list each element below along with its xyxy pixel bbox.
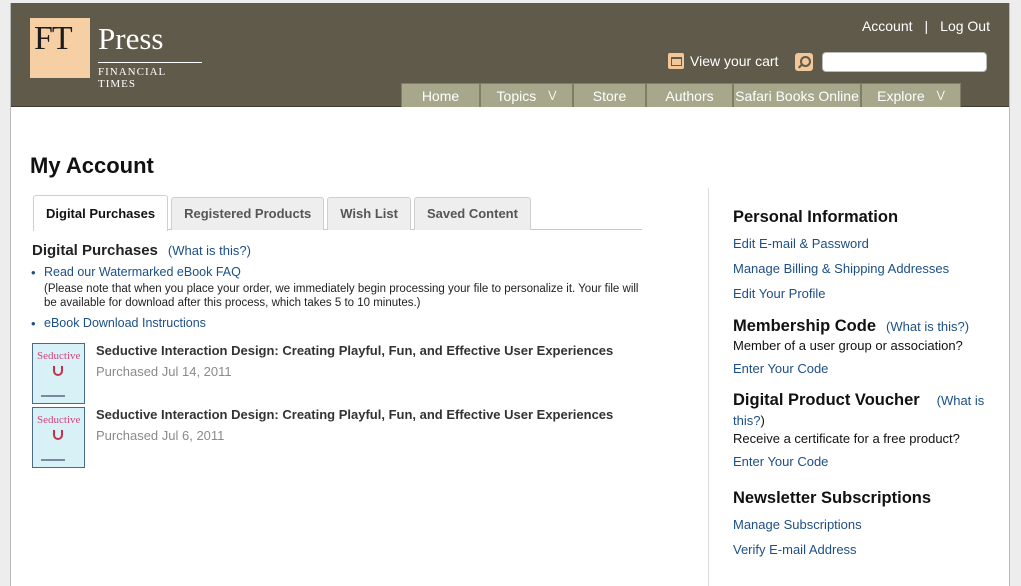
nav-explore-label: Explore — [877, 87, 925, 104]
nav-store-label: Store — [592, 87, 627, 104]
voucher-enter-code-link[interactable]: Enter Your Code — [733, 454, 828, 469]
page-title: My Account — [30, 153, 154, 178]
book-cover-image[interactable]: Seductive — [32, 343, 85, 404]
nav-topics-label: Topics — [496, 87, 537, 104]
ft-press-logo[interactable]: FT Press FINANCIAL TIMES — [30, 18, 202, 90]
search-input[interactable] — [822, 52, 987, 72]
search-icon[interactable] — [795, 53, 813, 71]
cart-icon — [668, 53, 684, 69]
processing-note: (Please note that when you place your or… — [44, 283, 639, 309]
column-divider — [708, 188, 709, 586]
nav-home-label: Home — [421, 87, 460, 104]
personal-information-heading: Personal Information — [733, 208, 899, 226]
voucher-description: Receive a certificate for a free product… — [733, 431, 960, 446]
voucher-heading: Digital Product Voucher (What is this?) — [733, 390, 998, 431]
nav-safari-label: Safari Books Online — [735, 87, 859, 104]
purchase-info-list: Read our Watermarked eBook FAQ (Please n… — [31, 265, 641, 331]
book-cover-title: Seductive — [37, 414, 81, 426]
manage-billing-link[interactable]: Manage Billing & Shipping Addresses — [733, 261, 949, 276]
digital-purchases-heading: Digital Purchases (What is this?) — [32, 242, 251, 259]
account-links: Account | Log Out — [862, 18, 990, 34]
book-cover-title: Seductive — [37, 350, 81, 362]
logout-link[interactable]: Log Out — [940, 18, 990, 34]
voucher-title: Digital Product Voucher — [733, 391, 920, 409]
view-cart-link[interactable]: View your cart — [668, 53, 778, 69]
tab-registered-products[interactable]: Registered Products — [171, 197, 325, 230]
voucher-paren: ) — [760, 413, 765, 428]
logo-ft-box: FT — [30, 18, 90, 78]
logo-press-text: Press — [98, 21, 164, 56]
account-tabs: Digital Purchases Registered Products Wi… — [33, 193, 642, 231]
nav-authors[interactable]: Authors — [646, 83, 733, 107]
site-header: FT Press FINANCIAL TIMES Account | Log O… — [11, 3, 1009, 107]
nav-safari-books-online[interactable]: Safari Books Online — [733, 83, 861, 107]
ebook-download-instructions-link[interactable]: eBook Download Instructions — [44, 316, 206, 330]
book-cover-image[interactable]: Seductive — [32, 407, 85, 468]
membership-heading: Membership Code (What is this?) — [733, 317, 998, 336]
chevron-down-icon: ⋁ — [936, 89, 945, 101]
edit-email-password-link[interactable]: Edit E-mail & Password — [733, 236, 869, 251]
purchase-item: Seductive Seductive Interaction Design: … — [32, 343, 613, 404]
tab-saved-content[interactable]: Saved Content — [413, 197, 531, 230]
account-link[interactable]: Account — [862, 18, 913, 34]
nav-topics[interactable]: Topics ⋁ — [480, 83, 573, 107]
voucher-what-is-this-link-cont[interactable]: this? — [733, 413, 760, 428]
purchase-item: Seductive Seductive Interaction Design: … — [32, 407, 613, 468]
watermarked-faq-link[interactable]: Read our Watermarked eBook FAQ — [44, 265, 241, 279]
nav-explore[interactable]: Explore ⋁ — [861, 83, 961, 107]
voucher-what-is-this-link[interactable]: (What is — [937, 393, 985, 408]
view-cart-label: View your cart — [690, 53, 779, 69]
account-separator: | — [924, 18, 929, 34]
manage-subscriptions-link[interactable]: Manage Subscriptions — [733, 517, 862, 532]
newsletter-heading: Newsletter Subscriptions — [733, 489, 932, 507]
tab-digital-purchases[interactable]: Digital Purchases — [33, 195, 169, 231]
magnet-icon — [53, 366, 63, 376]
nav-authors-label: Authors — [665, 87, 714, 104]
list-item: Read our Watermarked eBook FAQ (Please n… — [31, 265, 641, 310]
page-frame: FT Press FINANCIAL TIMES Account | Log O… — [10, 3, 1010, 586]
product-title[interactable]: Seductive Interaction Design: Creating P… — [96, 343, 613, 358]
membership-title: Membership Code — [733, 317, 877, 335]
list-item: eBook Download Instructions — [31, 316, 641, 331]
membership-description: Member of a user group or association? — [733, 338, 963, 353]
membership-enter-code-link[interactable]: Enter Your Code — [733, 361, 828, 376]
magnet-icon — [53, 430, 63, 440]
what-is-this-link[interactable]: (What is this?) — [168, 243, 251, 258]
edit-profile-link[interactable]: Edit Your Profile — [733, 286, 826, 301]
chevron-down-icon: ⋁ — [548, 89, 557, 101]
nav-store[interactable]: Store — [573, 83, 646, 107]
verify-email-link[interactable]: Verify E-mail Address — [733, 542, 857, 557]
main-nav: Home Topics ⋁ Store Authors Safari Books … — [401, 83, 961, 107]
section-title: Digital Purchases — [32, 242, 158, 259]
membership-what-is-this-link[interactable]: (What is this?) — [886, 319, 969, 334]
nav-home[interactable]: Home — [401, 83, 480, 107]
purchase-date: Purchased Jul 6, 2011 — [96, 428, 225, 443]
purchase-date: Purchased Jul 14, 2011 — [96, 364, 232, 379]
product-title[interactable]: Seductive Interaction Design: Creating P… — [96, 407, 613, 422]
logo-subtitle: FINANCIAL TIMES — [98, 62, 202, 90]
tab-wish-list[interactable]: Wish List — [327, 197, 411, 230]
